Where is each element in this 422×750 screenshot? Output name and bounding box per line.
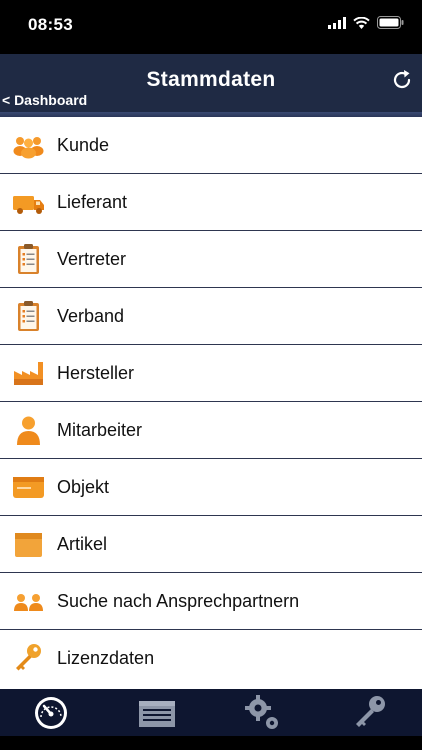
truck-icon (13, 196, 44, 214)
contacts-search-icon (14, 594, 43, 611)
list-item-label: Lieferant (57, 192, 128, 212)
key-icon (16, 644, 41, 671)
list-item-lieferant[interactable]: Lieferant (0, 174, 422, 231)
list-item-mitarbeiter[interactable]: Mitarbeiter (0, 402, 422, 459)
list-icon[interactable] (137, 693, 177, 733)
card-icon (13, 477, 44, 498)
list-item-label: Suche nach Ansprechpartnern (57, 591, 300, 611)
list-item-ansprechpartner-suche[interactable]: Suche nach Ansprechpartnern (0, 573, 422, 630)
list-item-vertreter[interactable]: Vertreter (0, 231, 422, 288)
status-icons (328, 16, 404, 29)
list-item-verband[interactable]: Verband (0, 288, 422, 345)
tab-bar (0, 689, 422, 736)
list-item-label: Artikel (57, 534, 108, 554)
list-item-label: Verband (57, 306, 125, 326)
dashboard-icon[interactable] (31, 693, 71, 733)
status-bar: 08:53 (0, 0, 422, 54)
clipboard-icon (18, 301, 39, 331)
list-item-hersteller[interactable]: Hersteller (0, 345, 422, 402)
customers-icon (13, 137, 44, 159)
navigation-bar: Stammdaten < Dashboard (0, 54, 422, 112)
master-data-list: Kunde Lieferant Vertreter Verband Herste… (0, 117, 422, 689)
factory-icon (14, 362, 43, 385)
battery-icon (377, 16, 404, 29)
person-icon (17, 416, 40, 445)
refresh-icon[interactable] (390, 68, 414, 92)
wifi-icon (353, 16, 370, 29)
key-icon[interactable] (350, 693, 390, 733)
list-item-artikel[interactable]: Artikel (0, 516, 422, 573)
settings-icon[interactable] (243, 693, 283, 733)
page-title: Stammdaten (146, 68, 276, 91)
list-item-label: Kunde (57, 135, 110, 155)
list-item-objekt[interactable]: Objekt (0, 459, 422, 516)
back-button[interactable]: < Dashboard (2, 92, 87, 108)
clipboard-icon (18, 244, 39, 274)
signal-icon (328, 16, 346, 29)
list-item-kunde[interactable]: Kunde (0, 117, 422, 174)
list-item-label: Vertreter (57, 249, 127, 269)
list-item-label: Lizenzdaten (57, 648, 155, 668)
status-time: 08:53 (28, 15, 73, 34)
list-item-lizenzdaten[interactable]: Lizenzdaten (0, 630, 422, 686)
list-item-label: Hersteller (57, 363, 135, 383)
home-indicator-area (0, 736, 422, 750)
list-item-label: Objekt (57, 477, 110, 497)
box-icon (15, 533, 42, 557)
list-item-label: Mitarbeiter (57, 420, 143, 440)
